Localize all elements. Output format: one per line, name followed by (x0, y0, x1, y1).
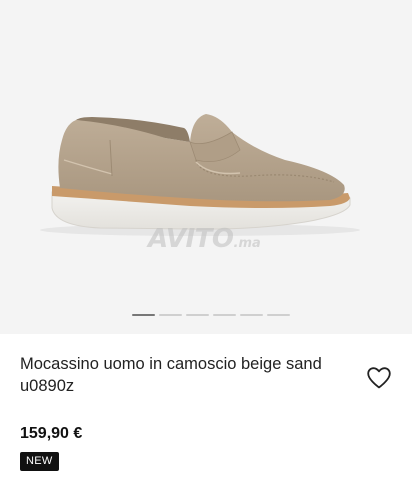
carousel-dot[interactable] (267, 314, 290, 316)
product-page: AVITO.ma Mocassino uomo in camoscio beig… (0, 0, 412, 480)
heart-outline-icon (367, 367, 391, 389)
carousel-dot[interactable] (159, 314, 182, 316)
watermark-logo: AVITO.ma (148, 224, 261, 254)
product-price: 159,90 € (20, 425, 83, 442)
carousel-indicators[interactable] (132, 314, 290, 316)
carousel-dot[interactable] (186, 314, 209, 316)
product-image-gallery[interactable]: AVITO.ma (0, 0, 412, 334)
product-image (40, 114, 360, 236)
carousel-dot[interactable] (213, 314, 236, 316)
new-badge: NEW (20, 452, 59, 471)
product-title: Mocassino uomo in camoscio beige sand u0… (20, 355, 322, 395)
product-info: Mocassino uomo in camoscio beige sand u0… (0, 334, 412, 480)
favorite-button[interactable] (366, 366, 392, 390)
carousel-dot[interactable] (132, 314, 155, 316)
carousel-dot[interactable] (240, 314, 263, 316)
